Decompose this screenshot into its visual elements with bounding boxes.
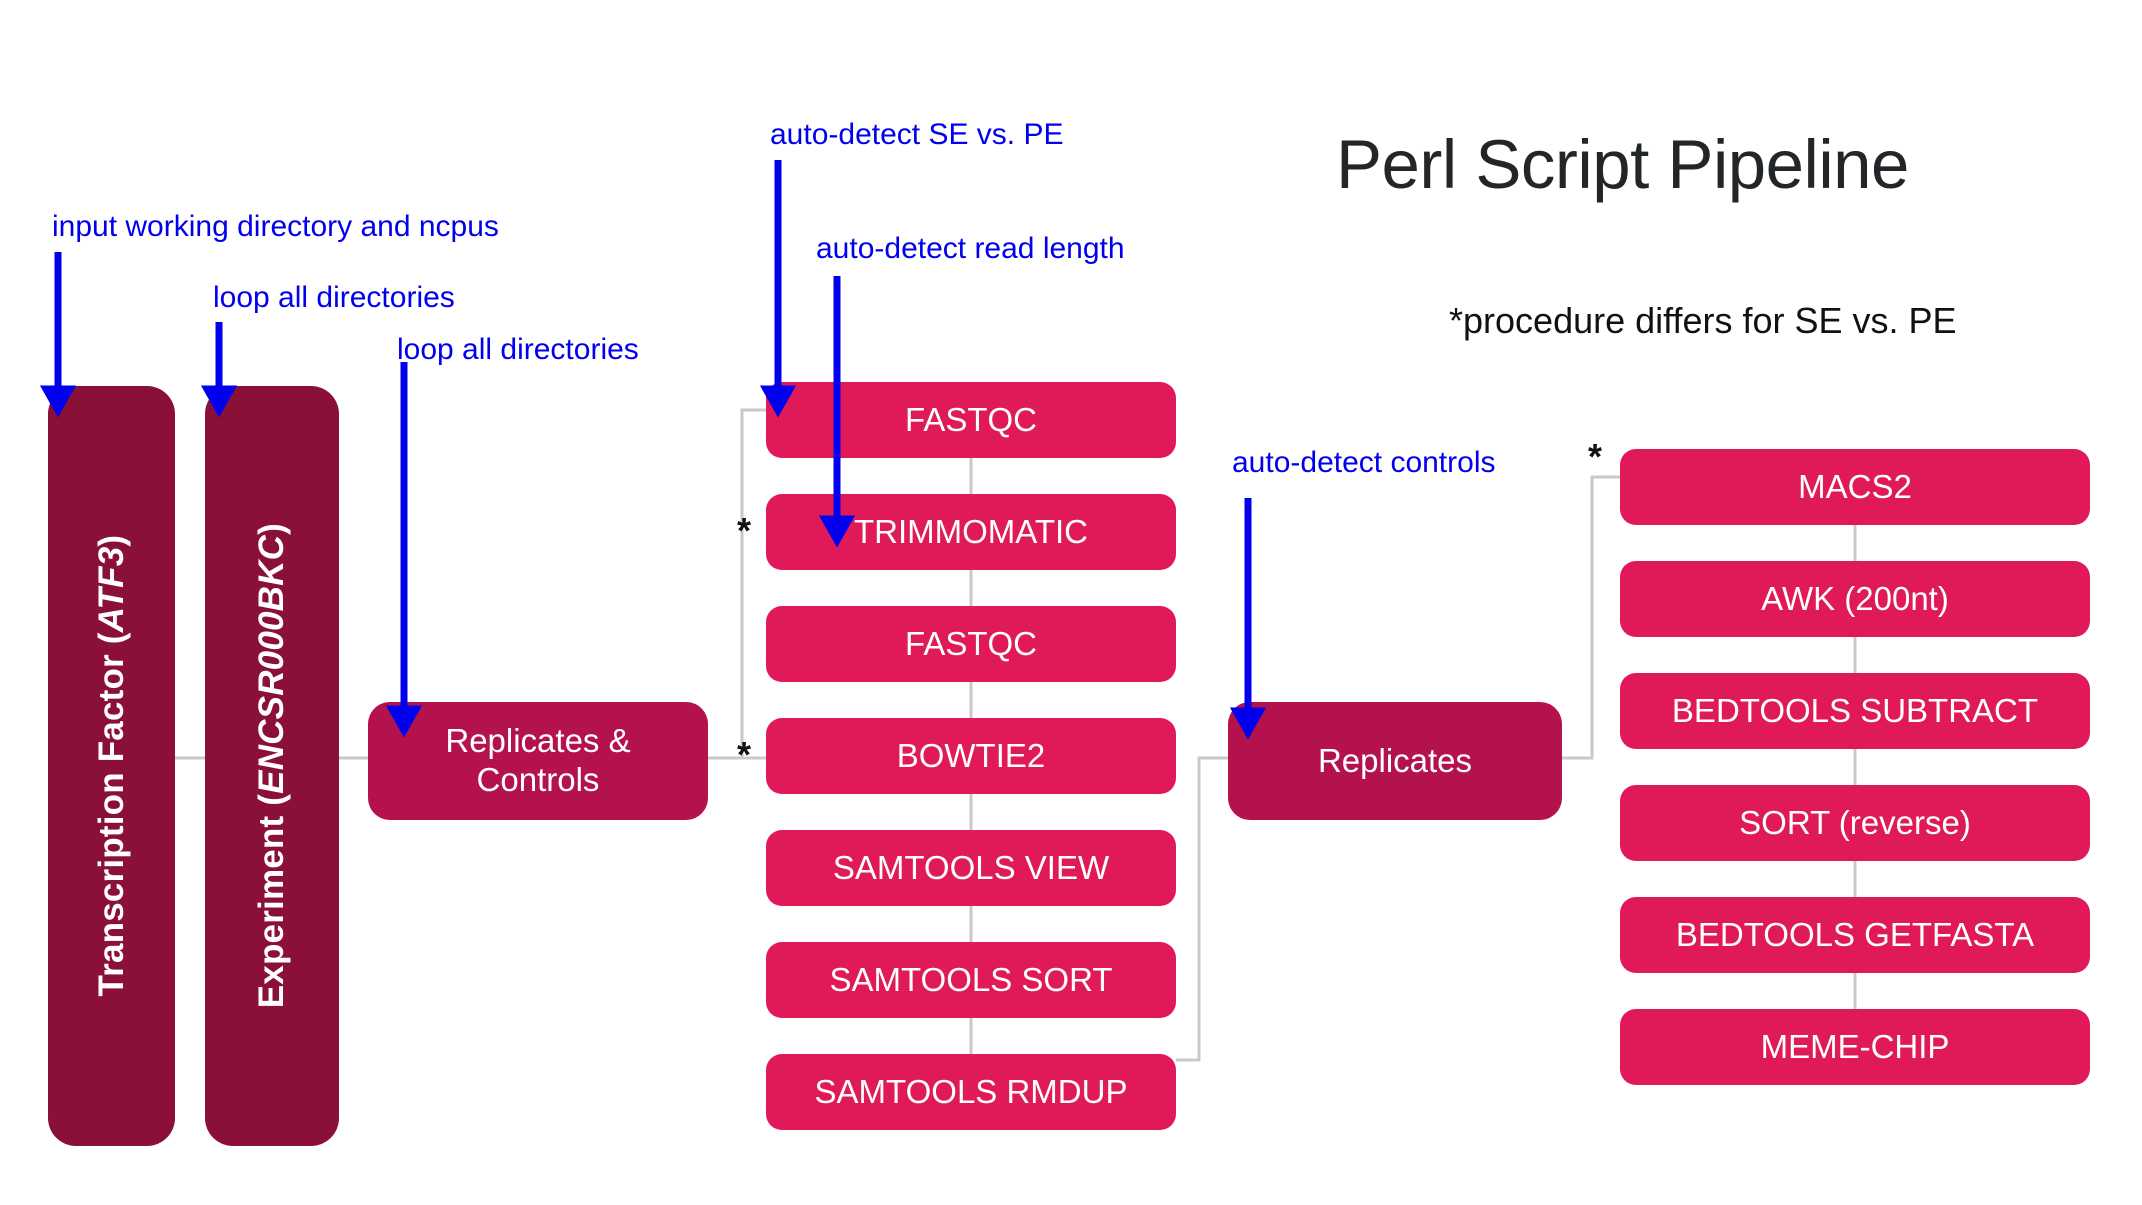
node-macs2[interactable]: MACS2 bbox=[1620, 449, 2090, 525]
node-samtools-rmdup[interactable]: SAMTOOLS RMDUP bbox=[766, 1054, 1176, 1130]
node-transcription-factor[interactable]: Transcription Factor (ATF3) bbox=[48, 386, 175, 1146]
node-transcription-factor-label: Transcription Factor (ATF3) bbox=[91, 535, 131, 997]
connector-group-to-fastqc bbox=[705, 408, 766, 760]
node-samtools-sort[interactable]: SAMTOOLS SORT bbox=[766, 942, 1176, 1018]
page-subtitle: *procedure differs for SE vs. PE bbox=[1449, 300, 1957, 341]
node-fastqc-1-label: FASTQC bbox=[904, 400, 1038, 438]
node-samtools-rmdup-label: SAMTOOLS RMDUP bbox=[814, 1072, 1128, 1110]
node-bedtools-getfasta-label: BEDTOOLS GETFASTA bbox=[1675, 915, 2035, 953]
node-sort-reverse[interactable]: SORT (reverse) bbox=[1620, 785, 2090, 861]
node-experiment[interactable]: Experiment (ENCSR000BKC) bbox=[205, 386, 339, 1146]
node-sort-reverse-label: SORT (reverse) bbox=[1739, 803, 1971, 841]
node-meme-chip[interactable]: MEME-CHIP bbox=[1620, 1009, 2090, 1085]
node-bedtools-subtract[interactable]: BEDTOOLS SUBTRACT bbox=[1620, 673, 2090, 749]
node-fastqc-2-label: FASTQC bbox=[904, 624, 1038, 662]
annotation-auto-detect-controls: auto-detect controls bbox=[1232, 446, 1496, 479]
annotation-read-length: auto-detect read length bbox=[816, 232, 1125, 265]
node-replicates-and-controls-line1: Replicates & bbox=[445, 722, 631, 760]
node-trimmomatic-label: TRIMMOMATIC bbox=[853, 512, 1088, 550]
star-marker-macs2: * bbox=[1588, 436, 1603, 477]
node-fastqc-1[interactable]: FASTQC bbox=[766, 382, 1176, 458]
node-meme-chip-label: MEME-CHIP bbox=[1760, 1027, 1950, 1065]
node-bowtie2-label: BOWTIE2 bbox=[896, 736, 1046, 774]
node-bedtools-getfasta[interactable]: BEDTOOLS GETFASTA bbox=[1620, 897, 2090, 973]
connector-replicates-to-macs2 bbox=[1562, 475, 1620, 760]
connector-rmdup-to-replicates bbox=[1176, 756, 1228, 1062]
node-experiment-label: Experiment (ENCSR000BKC) bbox=[252, 523, 292, 1009]
node-awk-200nt[interactable]: AWK (200nt) bbox=[1620, 561, 2090, 637]
node-replicates-and-controls[interactable]: Replicates & Controls bbox=[368, 702, 708, 820]
node-samtools-view[interactable]: SAMTOOLS VIEW bbox=[766, 830, 1176, 906]
diagram-canvas: input working directory and ncpus loop a… bbox=[0, 0, 2142, 1205]
node-samtools-view-label: SAMTOOLS VIEW bbox=[832, 848, 1110, 886]
node-fastqc-2[interactable]: FASTQC bbox=[766, 606, 1176, 682]
node-samtools-sort-label: SAMTOOLS SORT bbox=[829, 960, 1113, 998]
page-title: Perl Script Pipeline bbox=[1336, 126, 1909, 203]
node-replicates-and-controls-line2: Controls bbox=[476, 761, 600, 798]
annotation-working-dir: input working directory and ncpus bbox=[52, 210, 499, 243]
star-marker-bowtie2: * bbox=[737, 734, 752, 775]
annotation-loop-dirs-2: loop all directories bbox=[397, 333, 639, 366]
node-trimmomatic[interactable]: TRIMMOMATIC bbox=[766, 494, 1176, 570]
node-bedtools-subtract-label: BEDTOOLS SUBTRACT bbox=[1671, 691, 2039, 729]
node-awk-200nt-label: AWK (200nt) bbox=[1761, 579, 1949, 617]
annotation-se-vs-pe: auto-detect SE vs. PE bbox=[770, 118, 1064, 151]
annotation-loop-dirs-1: loop all directories bbox=[213, 281, 455, 314]
node-replicates[interactable]: Replicates bbox=[1228, 702, 1562, 820]
node-macs2-label: MACS2 bbox=[1798, 467, 1912, 505]
star-marker-trimmomatic: * bbox=[737, 510, 752, 551]
node-bowtie2[interactable]: BOWTIE2 bbox=[766, 718, 1176, 794]
node-replicates-label: Replicates bbox=[1317, 741, 1473, 779]
